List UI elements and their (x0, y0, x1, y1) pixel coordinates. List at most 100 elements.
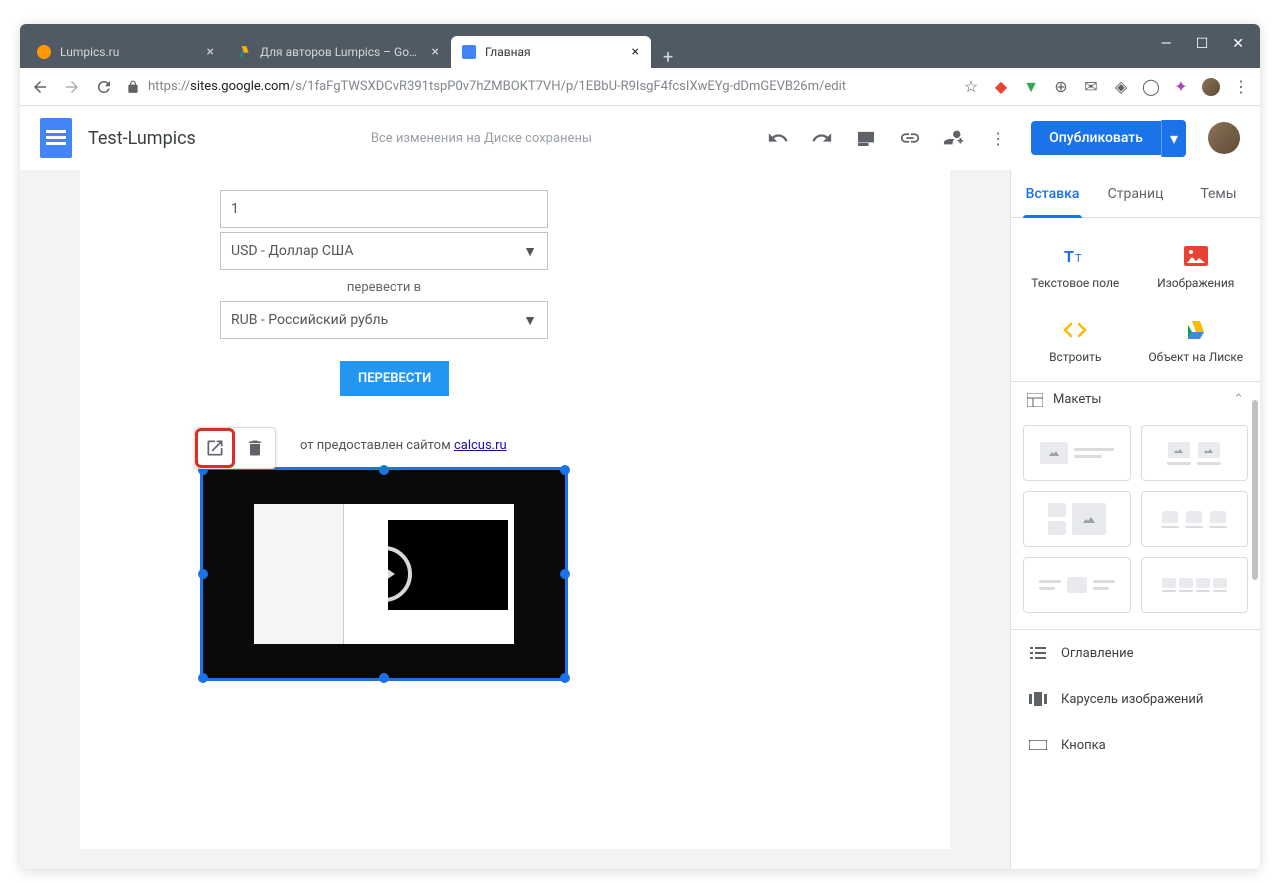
tab-title: Для авторов Lumpics – Google Д (260, 45, 424, 59)
button-icon (1029, 736, 1047, 754)
side-panel: Вставка Страниц Темы TT Текстовое поле И… (1010, 170, 1260, 869)
document-title[interactable]: Test-Lumpics (88, 128, 196, 149)
undo-button[interactable] (767, 127, 789, 149)
tab-pages[interactable]: Страниц (1094, 170, 1177, 217)
resize-handle[interactable] (198, 569, 208, 579)
ext-icon-3[interactable]: ⊕ (1052, 78, 1070, 96)
resize-handle[interactable] (560, 465, 570, 475)
open-settings-button[interactable] (195, 428, 235, 468)
canvas-area[interactable]: USD - Доллар США ▼ перевести в RUB - Росс… (20, 170, 1010, 869)
insert-embed[interactable]: Встроить (1019, 308, 1132, 374)
browser-tab-drive[interactable]: Для авторов Lumpics – Google Д × (226, 36, 451, 68)
drive-favicon-icon (236, 44, 252, 60)
insert-text-box[interactable]: TT Текстовое поле (1019, 234, 1132, 300)
url-text: https://sites.google.com/s/1faFgTWSXDCvR… (148, 79, 846, 94)
preview-button[interactable] (855, 127, 877, 149)
publish-button[interactable]: Опубликовать (1031, 121, 1161, 155)
resize-handle[interactable] (379, 673, 389, 683)
component-label: Оглавление (1061, 646, 1133, 661)
tab-close-icon[interactable]: × (432, 44, 439, 60)
lock-icon (126, 80, 140, 94)
ext-icon-2[interactable]: ▼ (1022, 78, 1040, 96)
convert-button[interactable]: ПЕРЕВЕСТИ (340, 361, 449, 396)
star-icon[interactable]: ☆ (962, 78, 980, 96)
ext-icon-4[interactable]: ✉ (1082, 78, 1100, 96)
collapse-icon[interactable]: ⌃ (1233, 392, 1244, 407)
element-toolbar (194, 427, 276, 469)
ext-icon-1[interactable]: ◆ (992, 78, 1010, 96)
user-avatar[interactable] (1208, 122, 1240, 154)
insert-label: Встроить (1049, 350, 1101, 366)
url-field[interactable]: https://sites.google.com/s/1faFgTWSXDCvR… (126, 79, 950, 94)
carousel-icon (1029, 690, 1047, 708)
window-title-bar (20, 24, 1260, 32)
profile-avatar-icon[interactable] (1202, 78, 1220, 96)
ext-icon-6[interactable]: ◯ (1142, 78, 1160, 96)
resize-handle[interactable] (560, 569, 570, 579)
embed-icon (1061, 316, 1089, 344)
address-bar: https://sites.google.com/s/1faFgTWSXDCvR… (20, 68, 1260, 106)
insert-images[interactable]: Изображения (1140, 234, 1253, 300)
close-window-button[interactable]: ✕ (1232, 36, 1244, 52)
component-label: Карусель изображений (1061, 692, 1203, 707)
insert-toc[interactable]: Оглавление (1011, 630, 1260, 676)
reload-button[interactable] (94, 77, 114, 97)
layout-option-6[interactable] (1141, 557, 1249, 613)
layout-option-2[interactable] (1141, 425, 1249, 481)
browser-tab-lumpics[interactable]: Lumpics.ru × (26, 36, 226, 68)
tab-close-icon[interactable]: × (207, 44, 214, 60)
svg-text:T: T (1075, 252, 1082, 265)
insert-carousel[interactable]: Карусель изображений (1011, 676, 1260, 722)
toc-icon (1029, 644, 1047, 662)
layout-option-5[interactable] (1023, 557, 1131, 613)
insert-drive[interactable]: Объект на Лиске (1140, 308, 1253, 374)
browser-tab-strip: Lumpics.ru × Для авторов Lumpics – Googl… (20, 32, 1260, 68)
redo-button[interactable] (811, 127, 833, 149)
video-embed-block[interactable] (200, 467, 568, 681)
to-currency-label: RUB - Российский рубль (231, 312, 388, 328)
ext-icon-5[interactable]: ◈ (1112, 78, 1130, 96)
from-currency-select[interactable]: USD - Доллар США ▼ (220, 232, 548, 270)
layout-option-4[interactable] (1141, 491, 1249, 547)
favicon-icon (36, 44, 52, 60)
maximize-button[interactable]: ☐ (1196, 36, 1209, 52)
resize-handle[interactable] (379, 465, 389, 475)
sites-logo-icon[interactable] (40, 118, 72, 158)
tab-themes[interactable]: Темы (1177, 170, 1260, 217)
ext-icon-7[interactable]: ✦ (1172, 78, 1190, 96)
chevron-down-icon: ▼ (523, 312, 537, 329)
scrollbar[interactable] (1252, 400, 1258, 580)
forward-button[interactable] (62, 77, 82, 97)
app-header: Test-Lumpics Все изменения на Диске сохр… (20, 106, 1260, 170)
publish-dropdown[interactable]: ▾ (1161, 120, 1186, 157)
browser-tab-sites[interactable]: Главная × (451, 36, 651, 68)
share-button[interactable] (943, 127, 965, 149)
link-button[interactable] (899, 127, 921, 149)
drive-icon (1182, 316, 1210, 344)
new-tab-button[interactable]: + (651, 47, 685, 68)
image-icon (1182, 242, 1210, 270)
to-currency-select[interactable]: RUB - Российский рубль ▼ (220, 301, 548, 339)
tab-insert[interactable]: Вставка (1011, 170, 1094, 217)
insert-label: Объект на Лиске (1148, 350, 1243, 366)
browser-menu-icon[interactable]: ⋮ (1232, 78, 1250, 96)
tab-title: Главная (485, 45, 624, 59)
layout-option-1[interactable] (1023, 425, 1131, 481)
delete-button[interactable] (235, 428, 275, 468)
layouts-header: Макеты ⌃ (1011, 381, 1260, 417)
convert-label: перевести в (220, 280, 548, 295)
from-currency-label: USD - Доллар США (231, 243, 353, 259)
amount-input[interactable] (220, 190, 548, 228)
resize-handle[interactable] (560, 673, 570, 683)
play-icon (356, 546, 412, 602)
resize-handle[interactable] (198, 673, 208, 683)
credit-link[interactable]: calcus.ru (454, 438, 507, 453)
more-button[interactable]: ⋮ (987, 127, 1009, 149)
insert-button[interactable]: Кнопка (1011, 722, 1260, 768)
minimize-button[interactable]: — (1161, 36, 1172, 52)
tab-close-icon[interactable]: × (632, 44, 639, 60)
layout-option-3[interactable] (1023, 491, 1131, 547)
chevron-down-icon: ▼ (523, 243, 537, 260)
back-button[interactable] (30, 77, 50, 97)
insert-label: Изображения (1157, 276, 1234, 292)
